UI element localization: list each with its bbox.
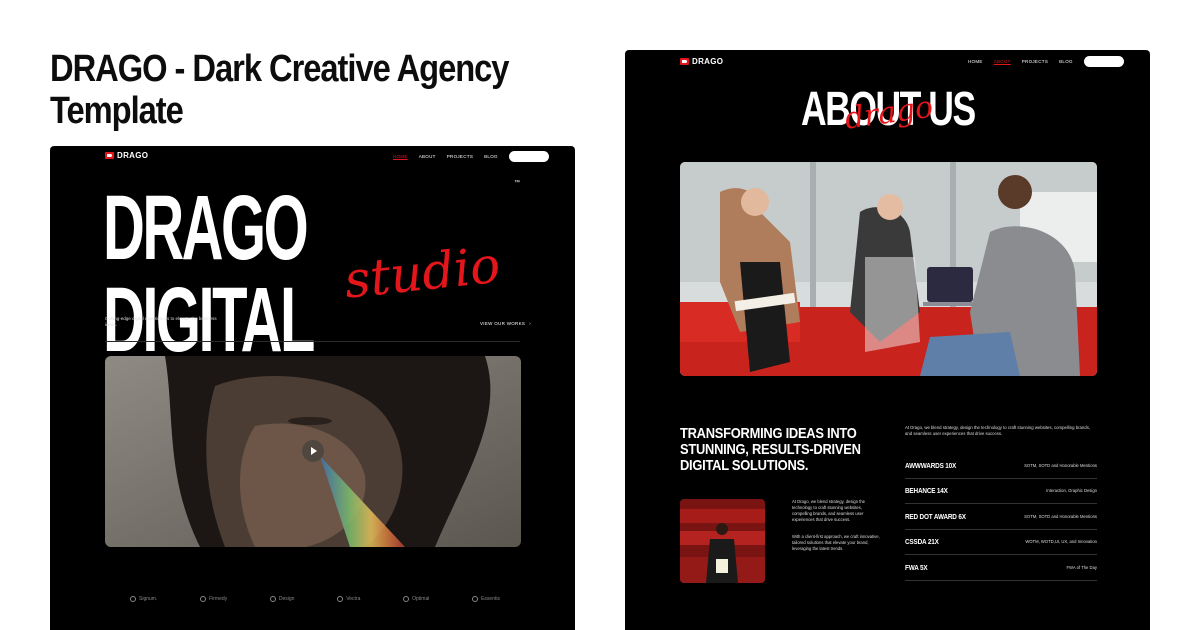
home-contact-button[interactable]: CONTACT (508, 151, 549, 162)
client-name: Vectra (346, 596, 361, 602)
home-nav-about[interactable]: ABOUT (419, 154, 436, 159)
about-intro: At Drago, we blend strategy, design the … (905, 425, 1091, 436)
hero-script: studio (341, 235, 503, 310)
award-name: AWWWARDS 10X (905, 460, 957, 470)
home-logo-text: DRAGO (117, 151, 149, 160)
view-works-label: VIEW OUR WORKS (480, 321, 526, 326)
award-name: CSSDA 21X (905, 537, 939, 547)
drago-logo-icon (680, 58, 689, 65)
award-desc: SOTM, SOTD and Honorable Mentions (1024, 513, 1097, 519)
award-name: FWA 5X (905, 562, 928, 572)
cinema-photo (680, 499, 765, 583)
home-nav-blog[interactable]: BLOG (484, 154, 498, 159)
award-row: AWWWARDS 10X SOTM, SOTD and Honorable Men… (905, 453, 1097, 479)
client-logo: Design (269, 596, 295, 602)
client-name: Design (278, 596, 295, 602)
award-name: BEHANCE 14X (905, 486, 948, 496)
hero-tagline: Cutting-edge digital experiences to elev… (105, 316, 217, 327)
client-logo: Firmedy (200, 596, 227, 602)
home-logo[interactable]: DRAGO (105, 151, 148, 160)
home-page-preview: DRAGO HOME ABOUT PROJECTS BLOG CONTACT D… (50, 146, 575, 630)
about-paragraph-2: With a client-first approach, we craft i… (792, 534, 880, 551)
home-nav-projects[interactable]: PROJECTS (447, 154, 473, 159)
view-works-link[interactable]: VIEW OUR WORKS › (480, 321, 531, 326)
home-nav: HOME ABOUT PROJECTS BLOG CONTACT (393, 151, 549, 162)
team-photo (680, 162, 1097, 376)
award-name: RED DOT AWARD 6X (905, 511, 966, 521)
client-mark-icon (200, 596, 207, 602)
client-name: Optimal (412, 596, 430, 602)
client-logo: Vectra (337, 596, 360, 602)
client-mark-icon (403, 596, 410, 602)
hero-divider (105, 341, 520, 342)
trademark: ™ (514, 180, 520, 186)
home-nav-home[interactable]: HOME (393, 154, 408, 159)
about-page-preview: DRAGO HOME ABOUT PROJECTS BLOG CONTACT A… (625, 50, 1150, 630)
client-mark-icon (130, 596, 136, 602)
award-desc: FWA of The Day (1066, 564, 1098, 570)
award-desc: SOTM, SOTD and Honorable Mentions (1024, 462, 1097, 468)
client-name: Signum. (139, 596, 158, 602)
about-nav-home[interactable]: HOME (968, 59, 983, 64)
awards-list: AWWWARDS 10X SOTM, SOTD and Honorable Men… (905, 453, 1097, 581)
client-logo: Signum. (130, 596, 157, 602)
award-desc: WOTM, WOTD,UI, UX, and Innovation (1025, 539, 1097, 545)
client-logo: Optimal (403, 596, 429, 602)
about-heading: TRANSFORMING IDEAS INTO STUNNING, RESULT… (680, 425, 861, 474)
about-nav: HOME ABOUT PROJECTS BLOG CONTACT (968, 56, 1124, 67)
client-logos: Signum. Firmedy Design Vectra Optimal Es… (130, 596, 500, 602)
about-paragraph-1: At Drago, we blend strategy, design the … (792, 499, 866, 522)
award-row: CSSDA 21X WOTM, WOTD,UI, UX, and Innovati… (905, 530, 1097, 555)
award-desc: Interaction, Graphic Design (1046, 488, 1097, 494)
award-row: FWA 5X FWA of The Day (905, 555, 1097, 581)
team-meeting-image (680, 162, 1097, 376)
client-mark-icon (472, 596, 479, 602)
cinema-image (680, 499, 765, 583)
about-logo[interactable]: DRAGO (680, 57, 723, 66)
hero-video[interactable] (105, 356, 521, 547)
about-contact-button[interactable]: CONTACT (1083, 56, 1124, 67)
play-icon[interactable] (302, 440, 324, 462)
chevron-right-icon: › (529, 321, 532, 326)
about-logo-text: DRAGO (692, 57, 724, 66)
award-row: RED DOT AWARD 6X SOTM, SOTD and Honorable… (905, 504, 1097, 530)
about-nav-projects[interactable]: PROJECTS (1022, 59, 1048, 64)
client-logo: Essentis (472, 596, 500, 602)
client-mark-icon (269, 596, 276, 602)
client-mark-icon (337, 596, 344, 602)
drago-logo-icon (105, 152, 114, 159)
about-nav-about[interactable]: ABOUT (994, 59, 1011, 64)
about-nav-blog[interactable]: BLOG (1059, 59, 1073, 64)
client-name: Essentis (481, 596, 500, 602)
client-name: Firmedy (209, 596, 228, 602)
award-row: BEHANCE 14X Interaction, Graphic Design (905, 479, 1097, 504)
page-headline: DRAGO - Dark Creative Agency Template (50, 48, 509, 132)
